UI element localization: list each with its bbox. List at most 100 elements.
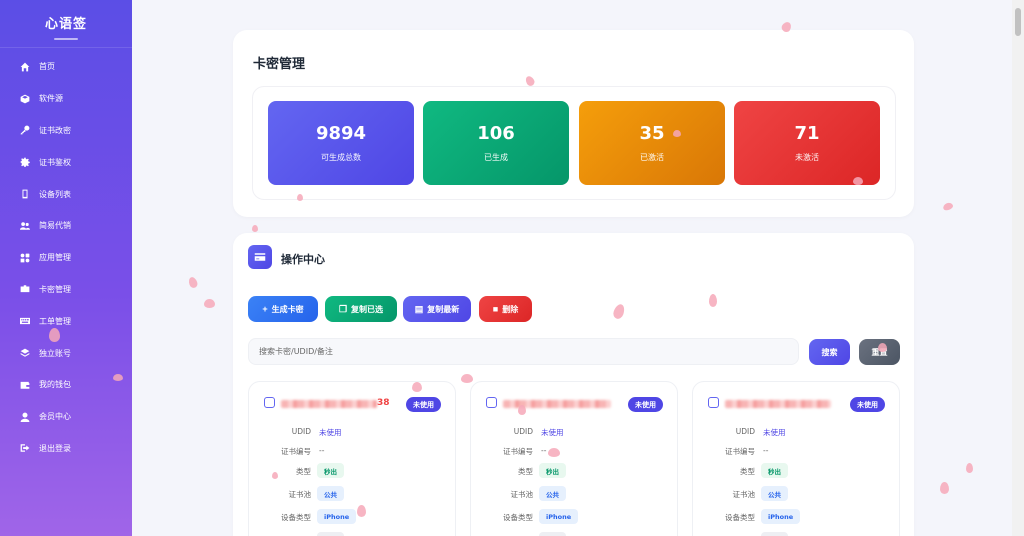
button-label: 复制已选 xyxy=(351,304,384,314)
after-sale-tag: 暂无 xyxy=(317,532,344,536)
sidebar-item-independent-account[interactable]: 独立账号 xyxy=(0,337,132,369)
sidebar-item-device-list[interactable]: 设备列表 xyxy=(0,178,132,210)
field-type: 类型 秒出 xyxy=(693,463,899,481)
status-badge: 未使用 xyxy=(406,397,441,412)
petal-decoration xyxy=(204,299,215,308)
key-code: 38 xyxy=(281,398,391,409)
search-button[interactable]: 搜索 xyxy=(809,339,850,365)
field-label: UDID xyxy=(735,427,755,436)
field-value: 未使用 xyxy=(541,428,564,437)
sidebar-item-simple-resale[interactable]: 简易代销 xyxy=(0,210,132,242)
select-checkbox[interactable] xyxy=(708,397,719,408)
stat-label: 可生成总数 xyxy=(321,153,361,162)
field-label: 证书编号 xyxy=(503,447,533,456)
sidebar-item-card-manage[interactable]: 卡密管理 xyxy=(0,274,132,306)
field-device: 设备类型 iPhone xyxy=(471,509,677,527)
field-udid: UDID 未使用 xyxy=(249,424,455,442)
generate-key-button[interactable]: + 生成卡密 xyxy=(248,296,318,322)
petal-decoration xyxy=(878,343,887,352)
sidebar-item-cert-password[interactable]: 证书改密 xyxy=(0,115,132,147)
field-value: -- xyxy=(541,446,547,455)
sidebar: 心语签 首页 软件源 证书改密 证书鉴权 设备列表 简易代销 应用管理 卡密管理… xyxy=(0,0,132,536)
field-cert-no: 证书编号 -- xyxy=(249,443,455,461)
sidebar-item-label: 软件源 xyxy=(39,94,63,104)
operation-center: 操作中心 +生成卡密 ❐复制已选 ▤复制最新 ■删除 搜索 重置 38 未使用 … xyxy=(233,233,914,536)
field-label: 类型 xyxy=(518,467,533,476)
pool-tag: 公共 xyxy=(539,486,566,501)
petal-decoration xyxy=(853,177,863,185)
key-card: 未使用 UDID 未使用 证书编号 -- 类型 秒出 证书池 公共 设备类型 iPhone… xyxy=(692,381,900,536)
pool-tag: 公共 xyxy=(761,486,788,501)
field-label: 证书编号 xyxy=(281,447,311,456)
stat-generated: 106 已生成 xyxy=(423,101,569,185)
petal-decoration xyxy=(673,130,681,137)
type-tag: 秒出 xyxy=(539,463,566,478)
type-tag: 秒出 xyxy=(317,463,344,478)
sidebar-item-home[interactable]: 首页 xyxy=(0,51,132,83)
stat-label: 未激活 xyxy=(795,153,819,162)
field-label: 设备类型 xyxy=(503,513,533,522)
user-icon xyxy=(19,411,31,423)
copy-selected-button[interactable]: ❐ 复制已选 xyxy=(325,296,397,322)
sidebar-nav: 首页 软件源 证书改密 证书鉴权 设备列表 简易代销 应用管理 卡密管理 工单管… xyxy=(0,48,132,464)
field-label: 证书编号 xyxy=(725,447,755,456)
petal-decoration xyxy=(709,294,717,307)
sidebar-item-wallet[interactable]: 我的钱包 xyxy=(0,369,132,401)
field-label: 类型 xyxy=(740,467,755,476)
select-checkbox[interactable] xyxy=(264,397,275,408)
card-icon xyxy=(19,283,31,295)
pool-tag: 公共 xyxy=(317,486,344,501)
sidebar-item-member-center[interactable]: 会员中心 xyxy=(0,401,132,433)
sidebar-item-label: 会员中心 xyxy=(39,412,71,422)
stat-total-available: 9894 可生成总数 xyxy=(268,101,414,185)
after-sale-tag: 暂无 xyxy=(539,532,566,536)
sidebar-item-cert-auth[interactable]: 证书鉴权 xyxy=(0,146,132,178)
sidebar-item-ticket-manage[interactable]: 工单管理 xyxy=(0,305,132,337)
scrollbar-thumb[interactable] xyxy=(1015,8,1021,36)
petal-decoration xyxy=(357,505,366,517)
stat-activated: 35 已激活 xyxy=(579,101,725,185)
scrollbar[interactable] xyxy=(1012,0,1024,536)
field-after-sale: 售后暂无 xyxy=(471,532,677,536)
field-pool: 证书池 公共 xyxy=(471,486,677,504)
petal-decoration xyxy=(518,405,526,415)
main-content: 卡密管理 9894 可生成总数 106 已生成 35 已激活 71 未激活 操作… xyxy=(132,0,1012,536)
sidebar-item-software-source[interactable]: 软件源 xyxy=(0,83,132,115)
search-input[interactable] xyxy=(248,338,799,365)
field-label: 设备类型 xyxy=(281,513,311,522)
field-device: 设备类型 iPhone xyxy=(693,509,899,527)
gear-icon xyxy=(19,156,31,168)
petal-decoration xyxy=(113,374,123,381)
field-label: UDID xyxy=(291,427,311,436)
after-sale-tag: 暂无 xyxy=(761,532,788,536)
brand: 心语签 xyxy=(0,0,132,48)
status-badge: 未使用 xyxy=(628,397,663,412)
key-code-redacted xyxy=(281,400,377,408)
sidebar-item-label: 简易代销 xyxy=(39,221,71,231)
type-tag: 秒出 xyxy=(761,463,788,478)
button-label: 生成卡密 xyxy=(271,304,304,314)
field-value: 未使用 xyxy=(763,428,786,437)
wallet-icon xyxy=(19,379,31,391)
copy-latest-button[interactable]: ▤ 复制最新 xyxy=(403,296,471,322)
sidebar-item-label: 设备列表 xyxy=(39,189,71,199)
sidebar-item-label: 证书改密 xyxy=(39,125,71,135)
field-pool: 证书池 公共 xyxy=(693,486,899,504)
status-badge: 未使用 xyxy=(850,397,885,412)
petal-decoration xyxy=(272,472,278,479)
field-value: -- xyxy=(763,446,769,455)
field-label: 证书池 xyxy=(510,490,534,499)
sidebar-item-app-manage[interactable]: 应用管理 xyxy=(0,242,132,274)
field-pool: 证书池 公共 xyxy=(249,486,455,504)
page-title: 卡密管理 xyxy=(253,57,306,72)
field-device: 设备类型 iPhone xyxy=(249,509,455,527)
sidebar-item-logout[interactable]: 退出登录 xyxy=(0,433,132,465)
stat-value: 71 xyxy=(794,123,820,144)
section-title: 操作中心 xyxy=(281,253,325,266)
petal-decoration xyxy=(297,194,303,201)
brand-title: 心语签 xyxy=(44,17,87,32)
field-label: 证书池 xyxy=(288,490,312,499)
select-checkbox[interactable] xyxy=(486,397,497,408)
button-label: 删除 xyxy=(502,304,519,314)
delete-button[interactable]: ■ 删除 xyxy=(479,296,532,322)
